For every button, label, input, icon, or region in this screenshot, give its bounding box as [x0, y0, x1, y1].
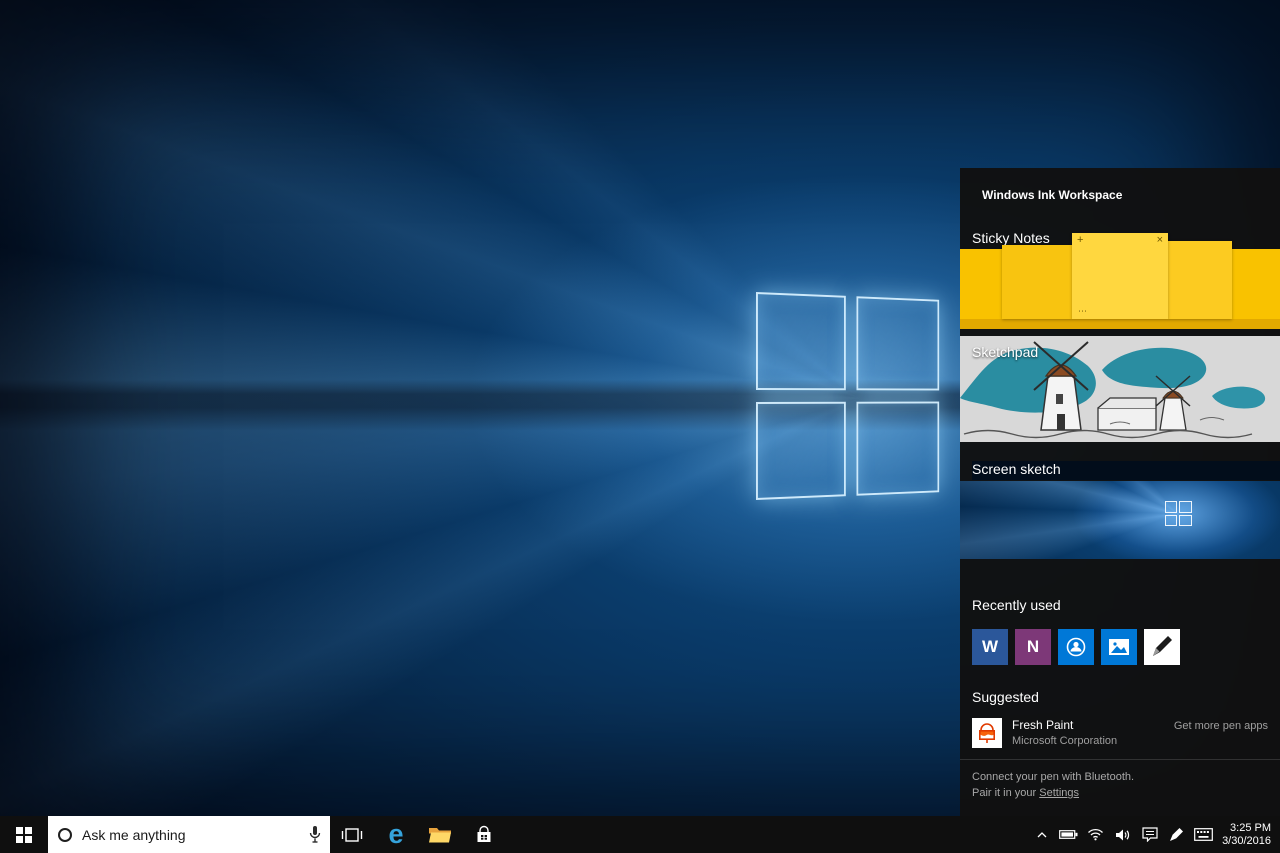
- pen-tray-icon: [1169, 827, 1184, 842]
- edge-icon: e: [388, 821, 403, 848]
- edge-button[interactable]: e: [374, 816, 418, 853]
- taskbar-clock[interactable]: 3:25 PM 3/30/2016: [1217, 816, 1280, 853]
- suggested-app-name: Fresh Paint: [1012, 718, 1117, 733]
- onenote-app-tile[interactable]: N: [1015, 629, 1051, 665]
- footer-line1: Connect your pen with Bluetooth.: [972, 770, 1268, 786]
- photos-app-tile[interactable]: [1101, 629, 1137, 665]
- volume-tray-button[interactable]: [1109, 816, 1136, 853]
- sticky-note-strip: [960, 319, 1280, 329]
- battery-icon: [1059, 829, 1078, 840]
- touch-keyboard-button[interactable]: [1190, 816, 1217, 853]
- network-tray-button[interactable]: [1082, 816, 1109, 853]
- ink-workspace-panel: Windows Ink Workspace Sticky Notes + × ⋯: [960, 168, 1280, 816]
- ink-workspace-tray-button[interactable]: [1163, 816, 1190, 853]
- fresh-paint-icon: [974, 720, 1000, 746]
- get-more-pen-apps-link[interactable]: Get more pen apps: [1174, 718, 1268, 732]
- action-center-button[interactable]: [1136, 816, 1163, 853]
- cortana-icon: [58, 828, 72, 842]
- sticky-dots-icon: ⋯: [1078, 306, 1088, 317]
- fresh-paint-info: Fresh Paint Microsoft Corporation: [1012, 718, 1117, 747]
- sticky-note: [1002, 245, 1072, 319]
- fresh-paint-tile[interactable]: [972, 718, 1002, 748]
- recently-used-label: Recently used: [972, 597, 1268, 616]
- pen-icon: [1150, 635, 1174, 659]
- show-hidden-icons-button[interactable]: [1028, 816, 1055, 853]
- panel-title: Windows Ink Workspace: [982, 188, 1268, 202]
- word-icon: W: [982, 637, 998, 657]
- suggested-label: Suggested: [972, 689, 1268, 708]
- file-explorer-button[interactable]: [418, 816, 462, 853]
- settings-link[interactable]: Settings: [1039, 787, 1079, 799]
- sticky-add-icon: +: [1077, 234, 1083, 247]
- search-input[interactable]: [80, 826, 300, 844]
- speaker-icon: [1115, 828, 1131, 842]
- recently-used-row: W N: [960, 629, 1280, 665]
- suggested-app-publisher: Microsoft Corporation: [1012, 735, 1117, 747]
- battery-tray-button[interactable]: [1055, 816, 1082, 853]
- sticky-note: + × ⋯: [1072, 233, 1168, 319]
- sticky-close-icon: ×: [1157, 234, 1163, 247]
- person-badge-icon: [1065, 636, 1087, 658]
- microphone-icon[interactable]: [308, 825, 322, 844]
- start-button[interactable]: [0, 816, 48, 853]
- keyboard-icon: [1194, 828, 1213, 841]
- clock-date: 3/30/2016: [1222, 835, 1271, 848]
- screen-sketch-preview[interactable]: [960, 481, 1280, 559]
- onenote-icon: N: [1027, 637, 1039, 657]
- footer-line2: Pair it in your Settings: [972, 786, 1268, 802]
- screen-sketch-label: Screen sketch: [972, 461, 1280, 480]
- sticky-note: [1168, 241, 1232, 319]
- store-bag-icon: [474, 825, 494, 845]
- clock-time: 3:25 PM: [1222, 822, 1271, 835]
- folder-icon: [428, 825, 452, 845]
- chevron-up-icon: [1036, 831, 1048, 839]
- sketchpad-preview[interactable]: Sketchpad: [960, 336, 1280, 442]
- sticky-notes-preview[interactable]: + × ⋯: [960, 249, 1280, 329]
- system-tray: 3:25 PM 3/30/2016: [1028, 816, 1280, 853]
- windows-logo-icon: [16, 827, 32, 843]
- task-view-icon: [341, 826, 363, 844]
- word-app-tile[interactable]: W: [972, 629, 1008, 665]
- wifi-icon: [1087, 828, 1104, 841]
- task-view-button[interactable]: [330, 816, 374, 853]
- windows-desktop: Windows Ink Workspace Sticky Notes + × ⋯: [0, 0, 1280, 853]
- action-center-icon: [1142, 827, 1158, 842]
- hero-logo-pane: [856, 402, 939, 496]
- windows-hero-logo: [756, 292, 939, 500]
- taskbar: e: [0, 816, 1280, 853]
- hero-logo-pane: [856, 296, 939, 390]
- sketch-app-tile[interactable]: [1144, 629, 1180, 665]
- hero-logo-pane: [756, 402, 846, 500]
- store-button[interactable]: [462, 816, 506, 853]
- pen-pairing-footer: Connect your pen with Bluetooth. Pair it…: [960, 759, 1280, 816]
- sketchpad-label: Sketchpad: [972, 344, 1038, 360]
- people-app-tile[interactable]: [1058, 629, 1094, 665]
- hero-logo-pane: [756, 292, 846, 390]
- mini-windows-logo: [1165, 501, 1192, 526]
- cortana-search-box[interactable]: [48, 816, 330, 853]
- suggested-app-row[interactable]: Fresh Paint Microsoft Corporation Get mo…: [960, 718, 1280, 748]
- photo-icon: [1108, 636, 1130, 658]
